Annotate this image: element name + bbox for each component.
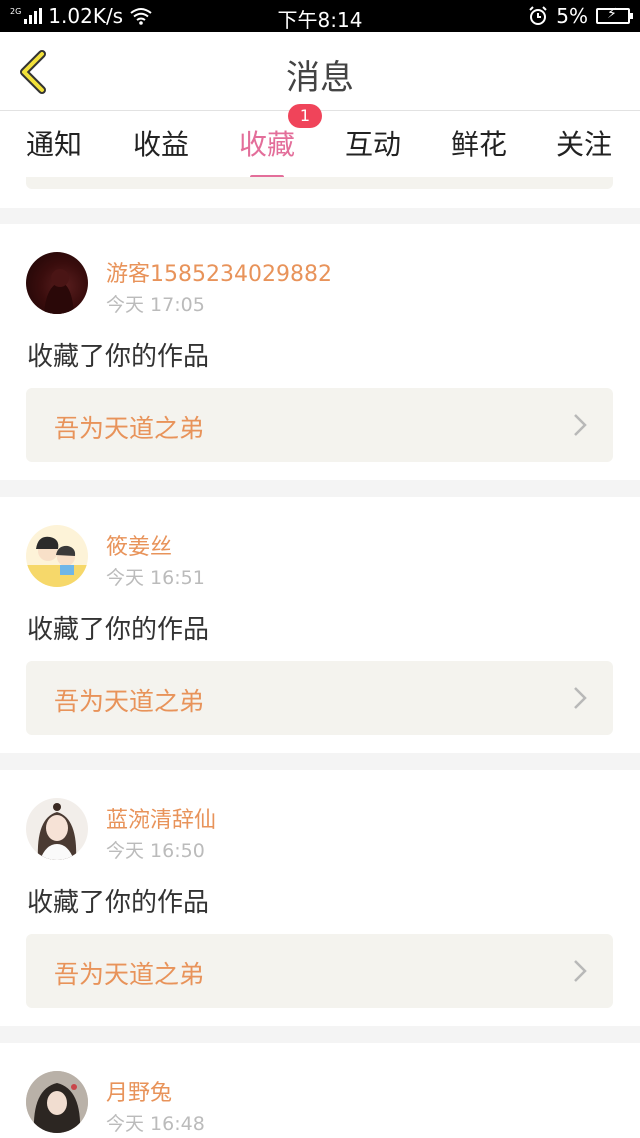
chevron-right-icon — [574, 414, 587, 436]
battery-charging-icon: ⚡ — [596, 6, 633, 24]
tab-label: 收藏 — [239, 128, 296, 161]
username[interactable]: 蓝涴清辞仙 — [106, 802, 216, 834]
username[interactable]: 游客1585234029882 — [106, 256, 332, 288]
action-text: 收藏了你的作品 — [27, 888, 210, 918]
avatar[interactable] — [26, 798, 88, 860]
avatar[interactable] — [26, 525, 88, 587]
anime-portrait-avatar — [26, 1071, 88, 1133]
tab-label: 互动 — [345, 128, 402, 161]
work-title: 吾为天道之弟 — [54, 960, 205, 989]
chevron-right-icon — [574, 687, 587, 709]
status-bar: 2G 1.02K/s 下午8:14 5% ⚡ — [0, 0, 640, 32]
username[interactable]: 筱姜丝 — [106, 529, 172, 561]
timestamp: 今天 16:48 — [106, 1113, 205, 1135]
avatar[interactable] — [26, 1071, 88, 1133]
message-card: 月野兔 今天 16:48 — [0, 1043, 640, 1138]
work-link[interactable]: 吾为天道之弟 — [26, 661, 613, 735]
dark-portrait-avatar — [44, 269, 74, 314]
alarm-icon — [529, 6, 547, 25]
tab-label: 鲜花 — [451, 128, 508, 161]
chevron-right-icon — [574, 960, 587, 982]
work-title: 吾为天道之弟 — [54, 414, 205, 443]
tab-label: 关注 — [556, 128, 613, 161]
battery-percent: 5% — [556, 4, 588, 28]
tab-label: 收益 — [133, 128, 190, 161]
header: 消息 — [0, 32, 640, 111]
cartoon-couple-avatar — [26, 536, 88, 587]
tab-label: 通知 — [26, 128, 83, 161]
work-link[interactable]: 吾为天道之弟 — [26, 934, 613, 1008]
tab-flowers[interactable]: 鲜花 — [451, 123, 507, 163]
status-right: 5% ⚡ — [528, 4, 633, 28]
work-link[interactable]: 吾为天道之弟 — [26, 388, 613, 462]
tab-earnings[interactable]: 收益 — [133, 123, 189, 163]
timestamp: 今天 17:05 — [106, 294, 205, 316]
page-title: 消息 — [286, 58, 354, 98]
username[interactable]: 月野兔 — [106, 1075, 172, 1107]
timestamp: 今天 16:50 — [106, 840, 205, 862]
action-text: 收藏了你的作品 — [27, 615, 210, 645]
tab-follows[interactable]: 关注 — [556, 123, 612, 163]
avatar[interactable] — [26, 252, 88, 314]
timestamp: 今天 16:51 — [106, 567, 205, 589]
partial-card — [0, 177, 640, 208]
message-card: 筱姜丝 今天 16:51 收藏了你的作品 吾为天道之弟 — [0, 497, 640, 753]
unread-badge: 1 — [288, 104, 322, 128]
tab-favorites[interactable]: 收藏 — [239, 123, 296, 179]
tab-notifications[interactable]: 通知 — [26, 123, 82, 163]
girl-portrait-avatar — [37, 803, 77, 860]
message-card: 游客1585234029882 今天 17:05 收藏了你的作品 吾为天道之弟 — [0, 224, 640, 480]
message-card: 蓝涴清辞仙 今天 16:50 收藏了你的作品 吾为天道之弟 — [0, 770, 640, 1026]
work-title: 吾为天道之弟 — [54, 687, 205, 716]
work-link-partial[interactable] — [26, 177, 613, 189]
tab-interactions[interactable]: 互动 — [345, 123, 401, 163]
action-text: 收藏了你的作品 — [27, 342, 210, 372]
